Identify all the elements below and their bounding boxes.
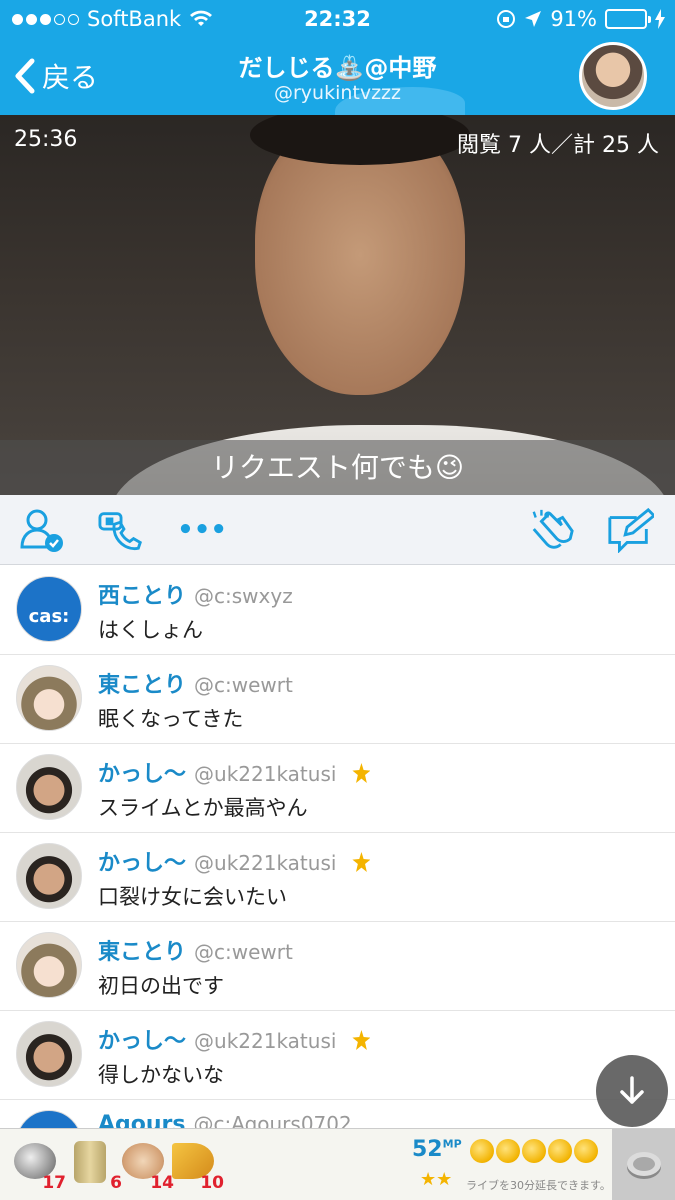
medal-icon	[352, 852, 371, 872]
coin-icon	[470, 1139, 494, 1163]
coin-icon	[548, 1139, 572, 1163]
rotation-lock-icon	[497, 10, 516, 28]
follow-user-icon[interactable]	[18, 507, 66, 553]
party-horn-gift-button[interactable]: 10	[170, 1141, 224, 1193]
broadcaster-avatar[interactable]	[579, 42, 647, 110]
comment-row[interactable]: 東ことり @c:wewrt 眠くなってきた	[0, 655, 675, 744]
more-icon[interactable]: •••	[177, 507, 227, 553]
location-arrow-icon	[525, 11, 542, 27]
gift-count: 10	[200, 1173, 224, 1193]
clap-gift-button[interactable]: 14	[120, 1141, 174, 1193]
commenter-name[interactable]: Aqours	[98, 1112, 186, 1128]
medal-icon	[352, 1030, 371, 1050]
comment-row[interactable]: かっし〜 @uk221katusi スライムとか最高やん	[0, 744, 675, 833]
commenter-name[interactable]: 東ことり	[98, 673, 186, 698]
commenter-avatar[interactable]: cas:	[16, 576, 82, 642]
commenter-id: @uk221katusi	[194, 1029, 337, 1053]
comment-text: 初日の出です	[98, 974, 224, 998]
tea-gift-button[interactable]: 6	[68, 1141, 122, 1193]
commenter-avatar[interactable]	[16, 665, 82, 731]
extend-coins[interactable]	[470, 1139, 598, 1163]
comment-row[interactable]: 東ことり @c:wewrt 初日の出です	[0, 922, 675, 1011]
comment-row[interactable]: かっし〜 @uk221katusi 得しかないな	[0, 1011, 675, 1100]
commenter-avatar[interactable]	[16, 754, 82, 820]
comment-text: 眠くなってきた	[98, 707, 244, 731]
mp-counter: 52MP	[412, 1137, 462, 1162]
commenter-avatar[interactable]	[16, 1021, 82, 1087]
commenter-id: @uk221katusi	[194, 762, 337, 786]
extend-note: ライブを30分延長できます。	[466, 1179, 611, 1192]
gift-send-button[interactable]	[612, 1129, 675, 1200]
medal-icon	[352, 763, 371, 783]
comment-row[interactable]: cas: 西ことり @c:swxyz はくしょん	[0, 566, 675, 655]
commenter-name[interactable]: かっし〜	[98, 851, 186, 876]
commenter-id: @uk221katusi	[194, 851, 337, 875]
commenter-name[interactable]: かっし〜	[98, 762, 186, 787]
coin-icon	[522, 1139, 546, 1163]
arrow-down-icon	[620, 1076, 644, 1104]
commenter-avatar[interactable]	[16, 1110, 82, 1128]
compose-comment-icon[interactable]	[606, 507, 654, 553]
comment-text: 口裂け女に会いたい	[98, 885, 287, 909]
commenter-name[interactable]: かっし〜	[98, 1029, 186, 1054]
viewer-count: 閲覧 7 人／計 25 人	[457, 133, 659, 158]
commenter-avatar[interactable]	[16, 932, 82, 998]
coin-gift-button[interactable]: 17	[12, 1141, 66, 1193]
clap-icon[interactable]	[528, 507, 576, 553]
commenter-avatar[interactable]	[16, 843, 82, 909]
nav-bar: 戻る だしじる⛲@中野 @ryukintvzzz	[0, 38, 675, 115]
broadcaster-handle: @ryukintvzzz	[273, 82, 402, 104]
commenter-name[interactable]: 西ことり	[98, 584, 186, 609]
avatar-label: cas:	[28, 606, 70, 627]
elapsed-time: 25:36	[14, 127, 78, 152]
battery-percent: 91%	[550, 7, 597, 31]
coin-icon	[496, 1139, 520, 1163]
level-stars: ★★	[420, 1169, 453, 1190]
collab-call-icon[interactable]	[98, 507, 146, 553]
comment-text: 得しかないな	[98, 1063, 224, 1087]
battery-icon	[605, 9, 651, 29]
commenter-id: @c:wewrt	[194, 673, 293, 697]
comment-text: はくしょん	[98, 618, 203, 642]
status-bar: SoftBank 22:32 91%	[0, 0, 675, 38]
commenter-id: @c:Aqours0702	[193, 1112, 352, 1128]
comment-list[interactable]: cas: 西ことり @c:swxyz はくしょん東ことり @c:wewrt 眠くなってきた…	[0, 566, 675, 1128]
commenter-id: @c:swxyz	[194, 584, 293, 608]
live-video[interactable]: 25:36 閲覧 7 人／計 25 人 リクエスト何でも😉	[0, 115, 675, 495]
coin-icon	[574, 1139, 598, 1163]
commenter-name[interactable]: 東ことり	[98, 940, 186, 965]
comment-text: スライムとか最高やん	[98, 796, 308, 820]
scroll-down-button[interactable]	[596, 1055, 668, 1127]
mp-unit: MP	[442, 1137, 462, 1151]
gift-bar: 17 6 14 10 52MP ★★ ライブを30分延長できます。	[0, 1128, 675, 1200]
comment-row[interactable]: かっし〜 @uk221katusi 口裂け女に会いたい	[0, 833, 675, 922]
charging-bolt-icon	[655, 9, 665, 29]
coin-send-icon	[626, 1152, 661, 1179]
broadcast-title: だしじる⛲@中野	[238, 54, 437, 82]
gift-count: 17	[42, 1173, 66, 1193]
broadcast-caption: リクエスト何でも😉	[0, 440, 675, 495]
commenter-id: @c:wewrt	[194, 940, 293, 964]
mp-value: 52	[412, 1137, 443, 1162]
action-toolbar: •••	[0, 495, 675, 565]
comment-row[interactable]: Aqours @c:Aqours0702	[0, 1100, 675, 1128]
